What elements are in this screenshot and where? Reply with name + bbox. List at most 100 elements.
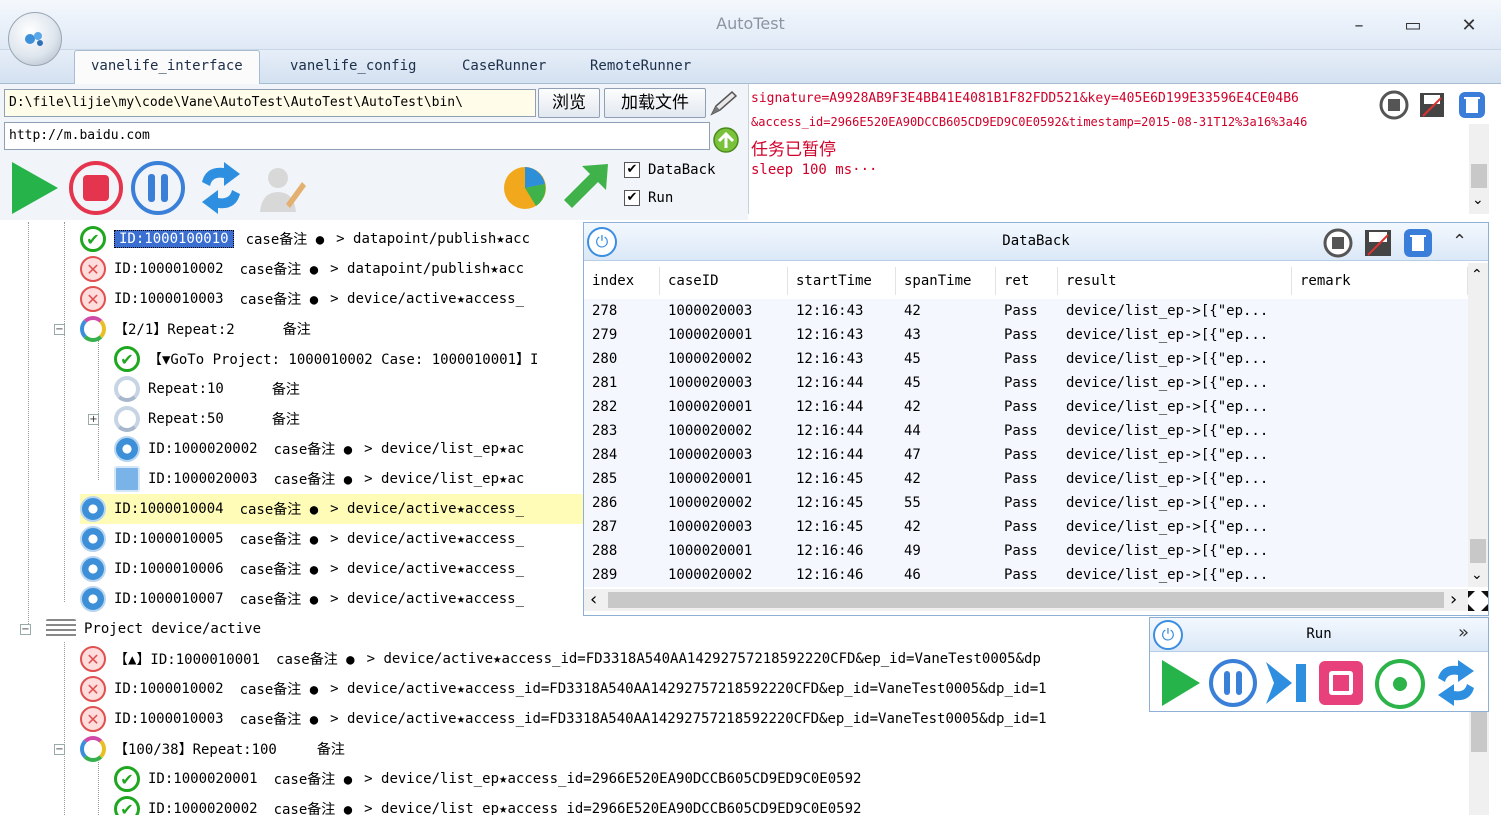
column-header-ret[interactable]: ret <box>996 267 1058 295</box>
tree-case-node[interactable]: ✔ ID:1000020001 case备注 ● > device/list_e… <box>114 764 861 794</box>
tab-remoterunner[interactable]: RemoteRunner <box>574 52 707 84</box>
run-checkbox[interactable]: ✔ Run <box>624 188 673 208</box>
databack-row[interactable]: 284 1000020003 12:16:44 47 Pass device/list_e… <box>584 443 1468 467</box>
collapse-toggle[interactable]: − <box>54 324 65 335</box>
run-step-icon[interactable] <box>1262 658 1312 708</box>
tree-case-node[interactable]: ID:1000010004 case备注 ● > device/active★a… <box>80 494 584 524</box>
databack-clear-icon[interactable] <box>1402 227 1434 259</box>
databack-row[interactable]: 287 1000020003 12:16:45 42 Pass device/list_e… <box>584 515 1468 539</box>
databack-scroll-right[interactable]: › <box>1450 589 1457 610</box>
databack-vscroll[interactable]: ⌃ ⌄ <box>1468 263 1488 587</box>
column-header-result[interactable]: result <box>1058 267 1292 295</box>
load-file-button[interactable]: 加载文件 <box>604 88 706 118</box>
databack-scroll-down[interactable]: ⌄ <box>1471 567 1483 583</box>
app-logo-icon[interactable] <box>8 12 62 66</box>
chart-pie-icon[interactable] <box>500 162 550 212</box>
tree-case-node[interactable]: ✔ ID:1000100010 case备注 ● > datapoint/pub… <box>80 224 530 254</box>
cell-result: device/list_ep->[{"ep... <box>1066 519 1269 535</box>
column-header-caseid[interactable]: caseID <box>660 267 788 295</box>
log-scrollbar[interactable]: ⌄ <box>1469 124 1489 214</box>
tree-repeat-node[interactable]: 【100/38】Repeat:100 备注 <box>80 734 345 764</box>
databack-row[interactable]: 283 1000020002 12:16:44 44 Pass device/list_e… <box>584 419 1468 443</box>
databack-scroll-left[interactable]: ‹ <box>590 589 597 610</box>
databack-row[interactable]: 289 1000020002 12:16:46 46 Pass device/list_e… <box>584 563 1468 587</box>
databack-row[interactable]: 285 1000020001 12:16:45 42 Pass device/list_e… <box>584 467 1468 491</box>
tree-case-node[interactable]: ✕ ID:1000010002 case备注 ● > datapoint/pub… <box>80 254 524 284</box>
run-refresh-icon[interactable] <box>1432 658 1480 708</box>
tree-case-node[interactable]: ✕ 【▲】ID:1000010001 case备注 ● > device/act… <box>80 644 1041 674</box>
databack-row[interactable]: 281 1000020003 12:16:44 45 Pass device/list_e… <box>584 371 1468 395</box>
databack-row[interactable]: 286 1000020002 12:16:45 55 Pass device/list_e… <box>584 491 1468 515</box>
resize-grip-icon[interactable] <box>1466 589 1490 613</box>
databack-checkbox[interactable]: ✔ DataBack <box>624 160 715 180</box>
databack-grid[interactable]: 278 1000020003 12:16:43 42 Pass device/list_e… <box>584 299 1468 587</box>
edit-pen-icon[interactable] <box>708 88 742 118</box>
databack-row[interactable]: 278 1000020003 12:16:43 42 Pass device/list_e… <box>584 299 1468 323</box>
tree-case-node[interactable]: ✕ ID:1000010002 case备注 ● > device/active… <box>80 674 1047 704</box>
tree-case-node[interactable]: ✔ ID:1000020002 case备注 ● > device/list_e… <box>114 794 861 815</box>
tab-caserunner[interactable]: CaseRunner <box>446 52 562 84</box>
stop-icon[interactable] <box>68 160 124 216</box>
file-path-field[interactable]: D:\file\lijie\my\code\Vane\AutoTest\Auto… <box>4 89 536 117</box>
case-id: ID:1000100010 <box>114 230 234 248</box>
tree-repeat-node[interactable]: Repeat:50 备注 <box>114 404 300 434</box>
run-panel-expand-button[interactable]: » <box>1458 622 1469 643</box>
expand-toggle[interactable]: + <box>88 414 99 425</box>
url-field[interactable]: http://m.baidu.com <box>4 122 710 150</box>
column-header-index[interactable]: index <box>584 267 660 295</box>
tree-case-node[interactable]: ID:1000010005 case备注 ● > device/active★a… <box>80 524 524 554</box>
repeat-icon <box>80 736 106 762</box>
tab-vanelife-config[interactable]: vanelife_config <box>274 52 432 84</box>
databack-row[interactable]: 280 1000020002 12:16:43 45 Pass device/list_e… <box>584 347 1468 371</box>
collapse-toggle[interactable]: − <box>54 744 65 755</box>
run-stop-icon[interactable] <box>1316 658 1366 708</box>
tree-case-node[interactable]: ✕ ID:1000010003 case备注 ● > device/active… <box>80 284 524 314</box>
databack-hscroll-thumb[interactable] <box>608 592 1444 608</box>
column-header-spantime[interactable]: spanTime <box>896 267 996 295</box>
tree-project-node[interactable]: Project device/active <box>46 614 261 644</box>
refresh-icon[interactable] <box>196 160 246 216</box>
tree-scroll-thumb[interactable] <box>1471 712 1487 752</box>
collapse-toggle[interactable]: − <box>20 624 31 635</box>
minimize-button[interactable]: – <box>1344 14 1374 38</box>
close-button[interactable]: ✕ <box>1454 14 1484 38</box>
maximize-button[interactable]: ▭ <box>1398 14 1428 38</box>
databack-row[interactable]: 282 1000020001 12:16:44 42 Pass device/list_e… <box>584 395 1468 419</box>
databack-row[interactable]: 288 1000020001 12:16:46 49 Pass device/list_e… <box>584 539 1468 563</box>
databack-scroll-up[interactable]: ⌃ <box>1471 267 1483 283</box>
log-stop-icon[interactable] <box>1379 90 1409 120</box>
log-clear-icon[interactable] <box>1457 90 1487 120</box>
tree-case-node[interactable]: ✕ ID:1000010003 case备注 ● > device/active… <box>80 704 1047 734</box>
log-scroll-thumb[interactable] <box>1471 164 1487 188</box>
tree-goto-node[interactable]: ✔ 【▼GoTo Project: 1000010002 Case: 10000… <box>114 344 538 374</box>
tab-vanelife-interface[interactable]: vanelife_interface <box>74 50 260 85</box>
log-line: sleep 100 ms··· <box>751 162 878 178</box>
log-scroll-down[interactable]: ⌄ <box>1472 192 1484 208</box>
tree-case-node[interactable]: ID:1000010006 case备注 ● > device/active★a… <box>80 554 524 584</box>
log-output[interactable]: signature=A9928AB9F3E4BB41E4081B1F82FDD5… <box>748 84 1489 214</box>
export-arrow-icon[interactable] <box>560 160 612 212</box>
tree-case-node[interactable]: ID:1000020003 case备注 ● > device/list_ep★… <box>114 464 524 494</box>
pause-icon[interactable] <box>130 160 186 216</box>
tree-case-node[interactable]: ID:1000010007 case备注 ● > device/active★a… <box>80 584 524 614</box>
databack-vscroll-thumb[interactable] <box>1470 539 1486 563</box>
run-target-icon[interactable] <box>1374 658 1426 710</box>
tree-case-node[interactable]: ID:1000020002 case备注 ● > device/list_ep★… <box>114 434 524 464</box>
url-go-icon[interactable] <box>712 126 740 154</box>
databack-save-icon[interactable] <box>1362 227 1394 259</box>
play-icon[interactable] <box>8 160 60 216</box>
browse-button[interactable]: 浏览 <box>538 88 600 118</box>
tree-repeat-node[interactable]: Repeat:10 备注 <box>114 374 300 404</box>
databack-stop-icon[interactable] <box>1322 227 1354 259</box>
databack-collapse-button[interactable]: ⌃ <box>1452 231 1467 252</box>
cell-ret: Pass <box>1004 375 1038 391</box>
tree-repeat-node[interactable]: 【2/1】Repeat:2 备注 <box>80 314 311 344</box>
user-edit-icon[interactable] <box>256 160 308 216</box>
column-header-starttime[interactable]: startTime <box>788 267 896 295</box>
databack-hscroll[interactable]: ‹ › <box>584 589 1468 611</box>
databack-row[interactable]: 279 1000020001 12:16:43 43 Pass device/list_e… <box>584 323 1468 347</box>
log-save-icon[interactable] <box>1417 90 1447 120</box>
run-pause-icon[interactable] <box>1208 658 1258 708</box>
run-play-icon[interactable] <box>1158 658 1202 708</box>
column-header-remark[interactable]: remark <box>1292 267 1468 295</box>
